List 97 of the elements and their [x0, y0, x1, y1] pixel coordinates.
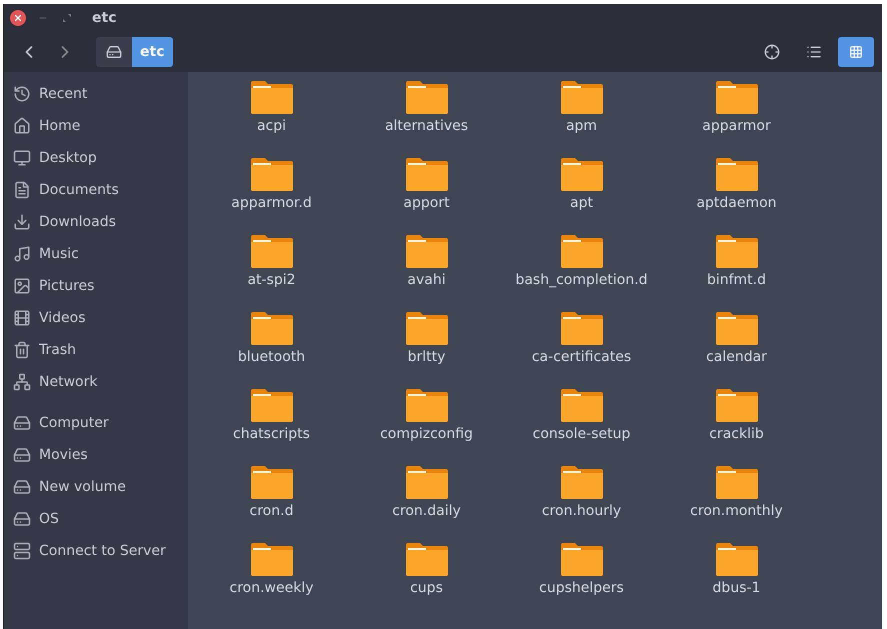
- folder-name[interactable]: compizconfig: [380, 426, 473, 442]
- folder-icon: [560, 542, 604, 576]
- monitor-icon: [13, 149, 31, 167]
- folder-icon: [404, 542, 448, 576]
- folder-icon: [714, 388, 758, 422]
- folder-icon: [560, 80, 604, 114]
- drive-icon: [13, 446, 31, 464]
- folder-icon: [250, 311, 294, 345]
- folder-icon: [560, 157, 604, 191]
- sidebar-item[interactable]: Network: [4, 366, 188, 398]
- folder-icon: [714, 465, 758, 499]
- folder-name[interactable]: cron.hourly: [542, 503, 622, 519]
- folder-name[interactable]: chatscripts: [233, 426, 310, 442]
- drive-icon: [106, 44, 122, 60]
- folder-icon: [714, 311, 758, 345]
- sidebar-item[interactable]: Downloads: [4, 206, 188, 238]
- image-icon: [13, 277, 31, 295]
- sidebar-item[interactable]: Music: [4, 238, 188, 270]
- folder-name[interactable]: dbus-1: [712, 580, 760, 596]
- folder-name[interactable]: calendar: [706, 349, 767, 365]
- folder-icon: [250, 542, 294, 576]
- folder-name[interactable]: acpi: [256, 118, 286, 134]
- sidebar-item[interactable]: Videos: [4, 302, 188, 334]
- crosshair-icon: [764, 44, 780, 60]
- folder-icon: [404, 465, 448, 499]
- list-icon: [806, 44, 822, 60]
- folder-name[interactable]: apm: [566, 118, 598, 134]
- folder-name[interactable]: cracklib: [709, 426, 764, 442]
- folder-name[interactable]: cron.d: [250, 503, 294, 519]
- drive-icon: [13, 414, 31, 432]
- folder-name[interactable]: aptdaemon: [696, 195, 777, 211]
- folder-icon: [404, 234, 448, 268]
- folder-icon: [714, 542, 758, 576]
- folder-name[interactable]: cron.daily: [392, 503, 461, 519]
- folder-icon: [560, 465, 604, 499]
- sidebar-item[interactable]: Pictures: [4, 270, 188, 302]
- folder-name[interactable]: apt: [570, 195, 593, 211]
- folder-icon: [714, 80, 758, 114]
- grid-view-button[interactable]: [838, 37, 874, 67]
- folder-name[interactable]: alternatives: [384, 118, 468, 134]
- folder-name[interactable]: apparmor: [702, 118, 771, 134]
- window-title: etc: [92, 10, 116, 26]
- sidebar-item[interactable]: Computer: [4, 407, 188, 439]
- server-icon: [13, 542, 31, 560]
- network-icon: [13, 373, 31, 391]
- sidebar-item[interactable]: Recent: [4, 78, 188, 110]
- sidebar-item[interactable]: New volume: [4, 471, 188, 503]
- folder-name[interactable]: ca-certificates: [532, 349, 632, 365]
- film-icon: [13, 309, 31, 327]
- folder-name[interactable]: binfmt.d: [706, 272, 766, 288]
- sidebar-item[interactable]: Connect to Server: [4, 535, 188, 567]
- drive-crumb[interactable]: [96, 37, 132, 67]
- maximize-icon: [63, 14, 71, 22]
- folder-icon: [250, 157, 294, 191]
- folder-name[interactable]: cupshelpers: [539, 580, 624, 596]
- folder-icon: [560, 234, 604, 268]
- folder-name[interactable]: console-setup: [532, 426, 630, 442]
- home-icon: [13, 117, 31, 135]
- close-button[interactable]: [10, 10, 26, 26]
- sidebar-item[interactable]: Trash: [4, 334, 188, 366]
- folder-name[interactable]: at-spi2: [247, 272, 296, 288]
- sidebar-item[interactable]: Desktop: [4, 142, 188, 174]
- folder-name[interactable]: apport: [403, 195, 450, 211]
- folder-icon: [560, 388, 604, 422]
- folder-name[interactable]: bluetooth: [238, 349, 306, 365]
- folder-icon: [250, 465, 294, 499]
- folder-icon: [404, 388, 448, 422]
- folder-icon: [250, 80, 294, 114]
- drive-icon: [13, 510, 31, 528]
- folder-icon: [404, 157, 448, 191]
- document-icon: [13, 181, 31, 199]
- sidebar-item[interactable]: OS: [4, 503, 188, 535]
- trash-icon: [13, 341, 31, 359]
- folder-name[interactable]: brltty: [408, 349, 446, 365]
- folder-name[interactable]: bash_completion.d: [515, 272, 648, 288]
- music-note-icon: [13, 245, 31, 263]
- sidebar-item[interactable]: Documents: [4, 174, 188, 206]
- folder-icon: [250, 234, 294, 268]
- folder-name[interactable]: cups: [410, 580, 443, 596]
- folder-name[interactable]: avahi: [407, 272, 446, 288]
- drive-icon: [13, 478, 31, 496]
- sidebar-item[interactable]: Movies: [4, 439, 188, 471]
- download-icon: [13, 213, 31, 231]
- folder-name[interactable]: cron.weekly: [230, 580, 314, 596]
- history-icon: [13, 85, 31, 103]
- folder-icon: [404, 311, 448, 345]
- maximize-button[interactable]: [60, 14, 74, 22]
- folder-icon: [560, 311, 604, 345]
- folder-icon: [714, 234, 758, 268]
- close-icon: [13, 13, 23, 23]
- folder-name[interactable]: cron.monthly: [690, 503, 783, 519]
- folder-icon: [404, 80, 448, 114]
- folder-name[interactable]: apparmor.d: [231, 195, 312, 211]
- sidebar-item[interactable]: Home: [4, 110, 188, 142]
- grid-icon: [849, 45, 863, 59]
- folder-icon: [250, 388, 294, 422]
- folder-icon: [714, 157, 758, 191]
